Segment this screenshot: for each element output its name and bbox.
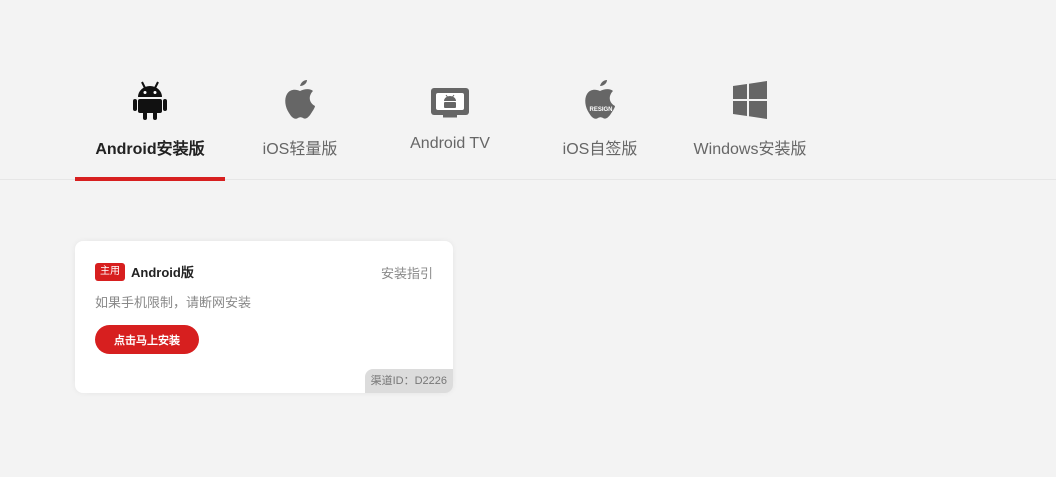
- download-card: 主用 Android版 安装指引 如果手机限制，请断网安装 点击马上安装 渠道I…: [75, 241, 453, 393]
- tab-label: Windows安装版: [693, 141, 807, 158]
- tab-label: Android安装版: [95, 141, 205, 158]
- install-now-button[interactable]: 点击马上安装: [95, 325, 199, 354]
- tab-android[interactable]: Android安装版: [75, 0, 225, 181]
- tab-android-tv[interactable]: Android TV: [375, 0, 525, 180]
- apple-icon: [283, 80, 317, 125]
- card-note: 如果手机限制，请断网安装: [95, 295, 252, 310]
- install-guide-link[interactable]: 安装指引: [381, 263, 433, 282]
- active-tab-indicator: [75, 177, 225, 181]
- apple-resign-icon: RESIGN: [583, 80, 617, 125]
- tab-label: iOS自签版: [562, 141, 638, 158]
- card-title: Android版: [131, 265, 194, 280]
- primary-badge: 主用: [95, 263, 125, 281]
- platform-tabs: Android安装版 iOS轻量版 Android TV RESIGN iOS自…: [0, 0, 1056, 181]
- tab-label: Android TV: [410, 135, 490, 152]
- tab-windows[interactable]: Windows安装版: [675, 0, 825, 180]
- android-tv-icon: [430, 80, 470, 125]
- windows-icon: [732, 80, 768, 125]
- android-icon: [133, 80, 167, 125]
- tab-label: iOS轻量版: [262, 141, 338, 158]
- svg-text:RESIGN: RESIGN: [589, 107, 612, 113]
- tab-ios-lite[interactable]: iOS轻量版: [225, 0, 375, 180]
- channel-id-tag: 渠道ID：D2226: [364, 369, 453, 393]
- tab-ios-resign[interactable]: RESIGN iOS自签版: [525, 0, 675, 180]
